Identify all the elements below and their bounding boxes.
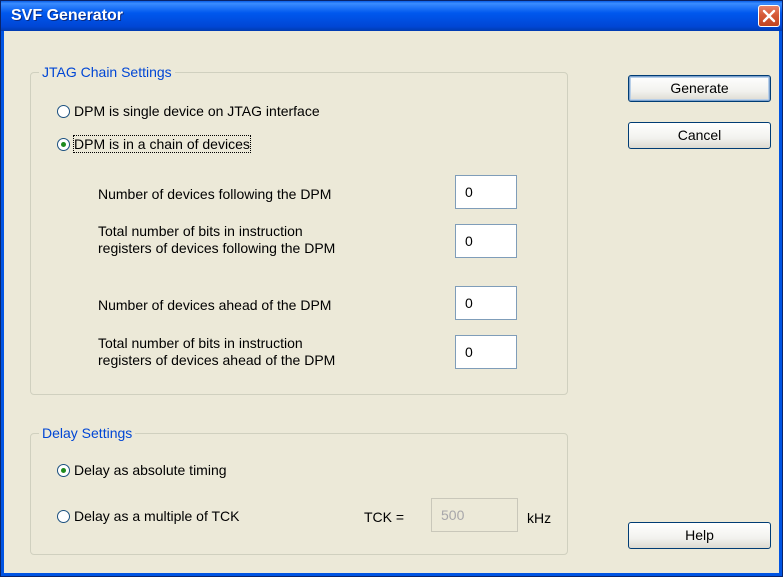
cancel-button[interactable]: Cancel — [628, 122, 771, 149]
close-button[interactable] — [758, 5, 780, 27]
delay-absolute-radio-indicator — [57, 463, 70, 477]
jtag-chain-settings-legend: JTAG Chain Settings — [39, 64, 175, 80]
help-button[interactable]: Help — [628, 522, 771, 549]
devices-following-label: Number of devices following the DPM — [98, 186, 332, 202]
delay-multiple-label: Delay as a multiple of TCK — [74, 508, 240, 524]
svf-generator-window: SVF Generator JTAG Chain Settings DPM is… — [0, 0, 783, 577]
delay-multiple-radio-indicator — [57, 509, 70, 523]
single-device-label: DPM is single device on JTAG interface — [74, 103, 320, 119]
bits-ahead-label-line2: registers of devices ahead of the DPM — [98, 352, 336, 368]
single-device-radio[interactable]: DPM is single device on JTAG interface — [57, 103, 320, 119]
delay-settings-group: Delay Settings Delay as absolute timing … — [30, 425, 568, 555]
single-device-radio-indicator — [57, 104, 70, 118]
bits-following-input[interactable]: 0 — [455, 224, 517, 258]
chain-of-devices-radio[interactable]: DPM is in a chain of devices — [57, 135, 251, 153]
devices-ahead-input[interactable]: 0 — [455, 286, 517, 320]
delay-absolute-radio[interactable]: Delay as absolute timing — [57, 462, 227, 478]
delay-multiple-radio[interactable]: Delay as a multiple of TCK — [57, 508, 239, 524]
bits-following-label-line1: Total number of bits in instruction — [98, 223, 303, 239]
bits-ahead-input[interactable]: 0 — [455, 335, 517, 369]
chain-of-devices-radio-indicator — [57, 137, 70, 151]
window-title: SVF Generator — [11, 7, 124, 24]
generate-button[interactable]: Generate — [628, 75, 771, 102]
dialog-body: JTAG Chain Settings DPM is single device… — [4, 31, 779, 573]
bits-ahead-label-line1: Total number of bits in instruction — [98, 335, 303, 351]
tck-label: TCK = — [364, 509, 405, 525]
bits-following-label-line2: registers of devices following the DPM — [98, 240, 336, 256]
close-icon — [762, 9, 776, 23]
chain-of-devices-label: DPM is in a chain of devices — [73, 135, 251, 153]
title-bar[interactable]: SVF Generator — [1, 1, 782, 31]
devices-ahead-label: Number of devices ahead of the DPM — [98, 297, 332, 313]
delay-absolute-label: Delay as absolute timing — [74, 462, 227, 478]
jtag-chain-settings-group: JTAG Chain Settings DPM is single device… — [30, 64, 568, 395]
delay-settings-legend: Delay Settings — [39, 425, 136, 441]
devices-following-input[interactable]: 0 — [455, 175, 517, 209]
tck-input[interactable]: 500 — [431, 498, 518, 532]
tck-unit-label: kHz — [527, 510, 552, 526]
